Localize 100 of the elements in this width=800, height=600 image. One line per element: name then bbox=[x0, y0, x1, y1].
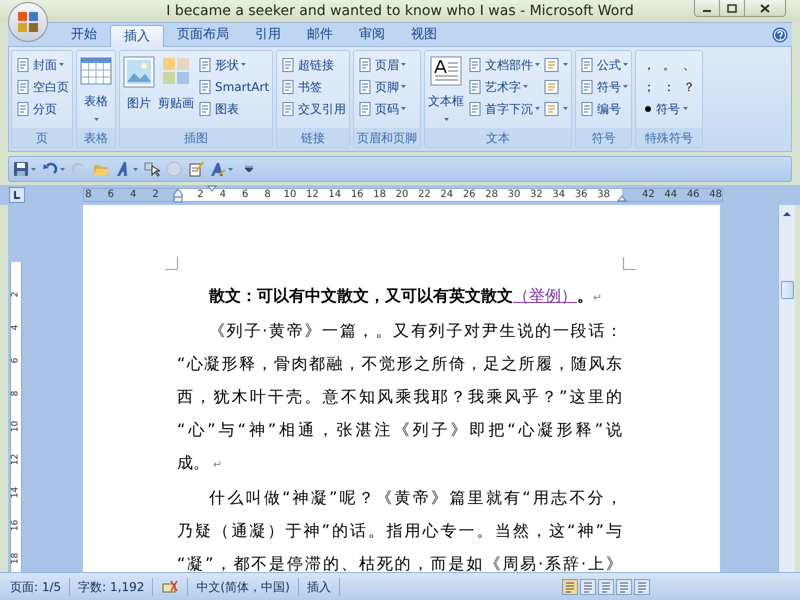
ribbon-button[interactable]: 文本框 bbox=[428, 54, 464, 121]
ribbon-button[interactable]: 编号 bbox=[579, 98, 628, 119]
outline-icon[interactable] bbox=[616, 578, 632, 594]
ribbon-button[interactable]: 空白页 bbox=[15, 76, 69, 97]
ribbon-button[interactable]: 剪贴画 bbox=[158, 54, 194, 112]
ribbon-button[interactable]: SmartArt bbox=[197, 76, 270, 97]
ribbon-button[interactable]: 形状 bbox=[197, 54, 270, 75]
document-icon bbox=[467, 56, 484, 72]
ruler-number: 14 bbox=[12, 486, 20, 498]
ribbon-button[interactable]: 符号 bbox=[639, 98, 700, 119]
symbol-button[interactable]: ： bbox=[659, 76, 680, 98]
paragraph: 《列子·黄帝》一篇，。又有列子对尹生说的一段话： “心凝形释，骨肉都融，不觉形之所倚，足之所履，随风东 西，犹木叶干壳。意不知风乘我耶？我乘风乎？”这里的 “心”与“神”相通，张湛注《列子》即把“心凝形释”说 成。 ↵ bbox=[177, 320, 622, 474]
web-layout-icon[interactable] bbox=[598, 578, 614, 594]
letter-a-brush-icon[interactable] bbox=[210, 161, 226, 177]
table-icon bbox=[80, 56, 112, 86]
document-icon bbox=[280, 100, 296, 116]
indent-marker-icon[interactable] bbox=[173, 187, 183, 203]
ruler-number: 12 bbox=[306, 190, 319, 200]
ribbon-button[interactable]: 页码 bbox=[357, 98, 406, 119]
document-icon bbox=[579, 100, 596, 116]
office-button[interactable] bbox=[8, 2, 48, 42]
caret-icon bbox=[60, 168, 65, 170]
draft-icon[interactable] bbox=[634, 578, 650, 594]
ruler-number: 6 bbox=[242, 190, 248, 200]
page-count: 页面: 1/5 bbox=[10, 578, 62, 596]
symbol-button[interactable]: 。 bbox=[659, 54, 680, 76]
reading-layout-icon[interactable] bbox=[580, 578, 596, 594]
ribbon-tab[interactable]: 页面布局 bbox=[164, 24, 242, 46]
first-line-indent-icon[interactable] bbox=[206, 185, 217, 192]
ribbon-tab[interactable]: 邮件 bbox=[294, 24, 346, 46]
ribbon-button[interactable]: 页眉 bbox=[357, 54, 406, 75]
group-label: 文本 bbox=[425, 128, 572, 147]
ruler-number: 20 bbox=[396, 190, 408, 200]
customize-icon[interactable] bbox=[245, 166, 253, 172]
window-title: I became a seeker and wanted to know who I was - Microsoft Word bbox=[166, 2, 634, 20]
right-indent-icon[interactable] bbox=[617, 194, 627, 202]
ruler-number: 34 bbox=[552, 190, 566, 200]
document-icon bbox=[467, 100, 484, 116]
group-label: 插图 bbox=[120, 128, 272, 147]
pointer-icon[interactable] bbox=[144, 161, 160, 177]
scrollbar-thumb[interactable] bbox=[780, 281, 794, 299]
ribbon-tab[interactable]: 引用 bbox=[242, 24, 294, 46]
ribbon-button[interactable]: 符号 bbox=[579, 76, 628, 97]
ribbon-button[interactable]: 页脚 bbox=[357, 76, 406, 97]
ribbon-button[interactable]: 书签 bbox=[280, 76, 346, 97]
ribbon-tab[interactable]: 视图 bbox=[398, 24, 450, 46]
ribbon-button[interactable]: 超链接 bbox=[280, 54, 346, 75]
ruler-number: 36 bbox=[574, 190, 588, 200]
text-box-icon bbox=[430, 56, 462, 86]
document-icon bbox=[197, 78, 213, 94]
group-label: 链接 bbox=[277, 128, 350, 147]
group-label: 符号 bbox=[576, 128, 632, 147]
ruler-number: 46 bbox=[686, 190, 700, 200]
ribbon-tab[interactable]: 开始 bbox=[58, 24, 110, 46]
ribbon-button[interactable]: 艺术字 bbox=[467, 76, 540, 97]
ribbon-button[interactable]: 分页 bbox=[15, 98, 69, 119]
ruler-number: 32 bbox=[530, 190, 543, 200]
document-icon bbox=[197, 100, 213, 116]
ribbon-button[interactable]: 交叉引用 bbox=[280, 98, 346, 119]
ruler-number: 10 bbox=[12, 420, 20, 432]
document-icon bbox=[15, 56, 31, 72]
ribbon-button[interactable]: 首字下沉 bbox=[467, 98, 540, 119]
group-label: 特殊符号 bbox=[636, 128, 702, 147]
symbol-button[interactable]: ； bbox=[639, 76, 660, 98]
paragraph: 什么叫做“神凝”呢？《黄帝》篇里就有“用志不分， 乃疑（通凝）于神”的话。指用心专一。当然，这“神”与 “凝”，都不是停滞的、枯死的，而是如《周易·系辞·上》 bbox=[177, 487, 622, 575]
document-icon bbox=[280, 78, 296, 94]
ruler-number: 2 bbox=[197, 190, 204, 200]
word-count: 字数: 1,192 bbox=[78, 578, 144, 596]
ruler-number: 6 bbox=[108, 190, 114, 200]
ruler-number: 16 bbox=[350, 190, 364, 200]
ribbon-tab[interactable]: 审阅 bbox=[346, 24, 398, 46]
language-indicator[interactable]: 中文(简体，中国) bbox=[196, 578, 290, 596]
ribbon-button[interactable]: 表格 bbox=[80, 54, 112, 121]
symbol-button[interactable]: 、 bbox=[679, 54, 700, 76]
tab-stop-selector-icon[interactable] bbox=[9, 187, 25, 203]
note-pencil-icon[interactable] bbox=[188, 161, 204, 177]
link[interactable]: （举例） bbox=[513, 286, 577, 305]
ribbon-button[interactable]: 封面 bbox=[15, 54, 69, 75]
ruler-number: 18 bbox=[373, 190, 386, 200]
ruler-number: 6 bbox=[12, 356, 20, 366]
spell-check-icon[interactable] bbox=[161, 578, 180, 594]
symbol-button[interactable]: ， bbox=[639, 54, 660, 76]
help-icon[interactable] bbox=[772, 27, 788, 43]
ruler-number: 2 bbox=[12, 290, 20, 300]
insert-mode-indicator[interactable]: 插入 bbox=[306, 578, 331, 596]
undo-icon[interactable] bbox=[42, 161, 58, 177]
heading-text: 散文：可以有中文散文，又可以有英文散文（举例）。↵ bbox=[208, 285, 604, 307]
ribbon-button[interactable]: 文档部件 bbox=[467, 54, 540, 75]
save-icon[interactable] bbox=[13, 161, 29, 177]
ribbon-button[interactable]: 图片 bbox=[123, 54, 155, 112]
symbol-button[interactable]: ？ bbox=[679, 76, 700, 98]
ruler-number: 4 bbox=[130, 190, 136, 200]
document-icon bbox=[467, 78, 484, 94]
ruler-number: 12 bbox=[12, 454, 20, 466]
ruler-number: 4 bbox=[220, 190, 226, 200]
ribbon-button[interactable]: 图表 bbox=[197, 98, 270, 119]
caret-icon bbox=[133, 168, 138, 170]
ribbon-tab[interactable]: 插入 bbox=[110, 25, 164, 47]
page-layout-icon[interactable] bbox=[562, 578, 578, 594]
ribbon-button[interactable]: 公式 bbox=[579, 54, 628, 75]
